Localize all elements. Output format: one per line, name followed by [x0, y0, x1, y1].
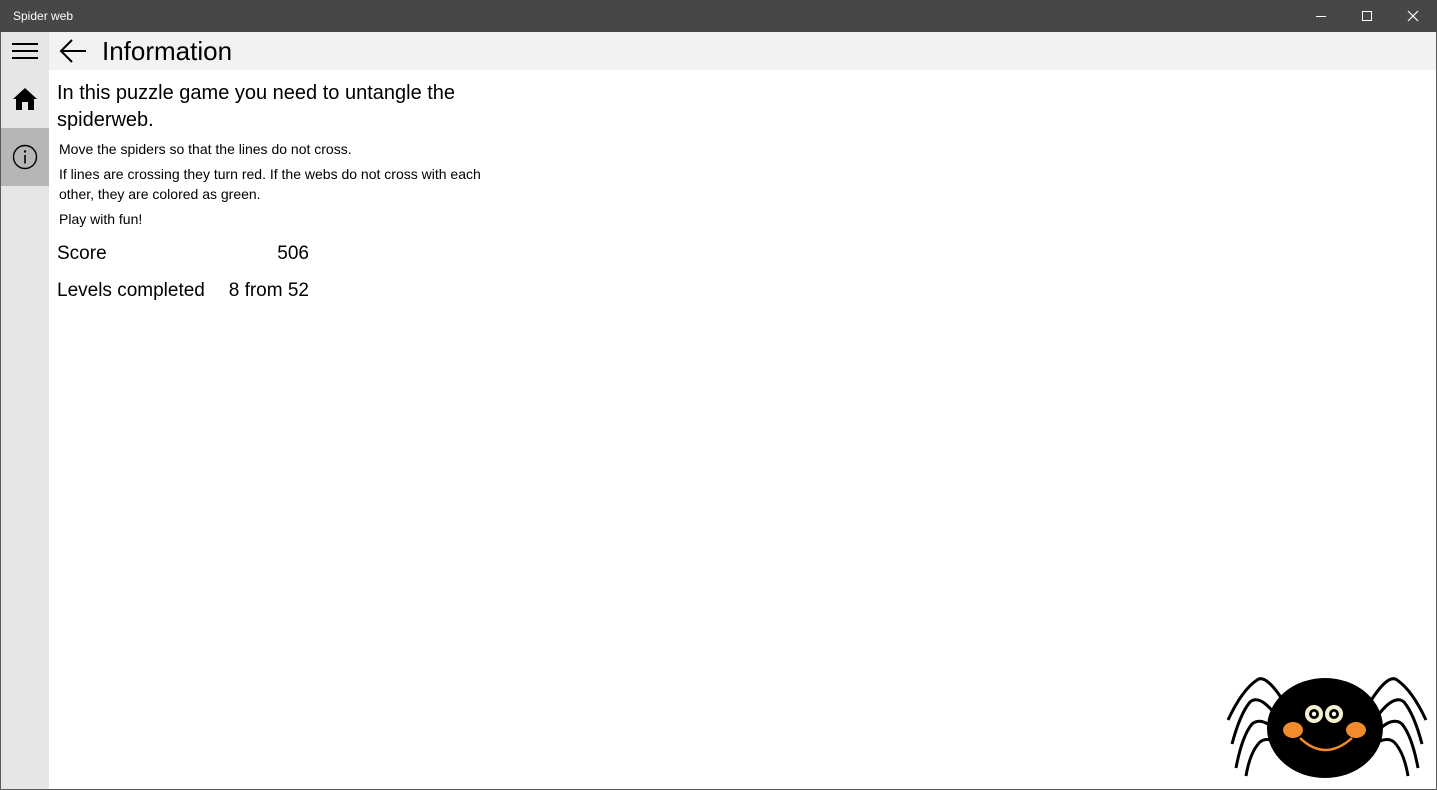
- info-icon: [12, 144, 38, 170]
- maximize-icon: [1362, 11, 1372, 21]
- back-arrow-icon: [59, 39, 86, 63]
- levels-label: Levels completed: [57, 280, 205, 301]
- hamburger-menu-button[interactable]: [1, 32, 49, 70]
- spider-mascot-icon: [1226, 677, 1428, 778]
- score-label: Score: [57, 243, 107, 264]
- sidebar-item-information[interactable]: [1, 128, 49, 186]
- instruction-fun: Play with fun!: [59, 211, 143, 227]
- window-title: Spider web: [13, 9, 74, 23]
- title-bar: Spider web: [0, 0, 1437, 32]
- hamburger-menu-icon: [12, 43, 38, 59]
- close-button[interactable]: [1390, 0, 1436, 32]
- instruction-colors: If lines are crossing they turn red. If …: [59, 166, 481, 202]
- minimize-button[interactable]: [1298, 0, 1344, 32]
- stats-panel: Score 506 Levels completed 8 from 52: [57, 241, 309, 315]
- home-icon: [13, 88, 37, 110]
- sidebar-item-home[interactable]: [1, 70, 49, 128]
- score-value: 506: [277, 243, 309, 264]
- score-row: Score 506: [57, 241, 309, 278]
- page-header: Information: [49, 32, 1436, 70]
- page-title: Information: [102, 36, 233, 66]
- levels-value: 8 from 52: [228, 280, 309, 301]
- information-content: In this puzzle game you need to untangle…: [57, 80, 517, 234]
- instruction-move: Move the spiders so that the lines do no…: [59, 141, 352, 157]
- navigation-pane: [1, 32, 49, 789]
- close-icon: [1407, 10, 1419, 22]
- back-button[interactable]: [57, 35, 89, 67]
- levels-row: Levels completed 8 from 52: [57, 278, 309, 315]
- maximize-button[interactable]: [1344, 0, 1390, 32]
- minimize-icon: [1316, 16, 1326, 17]
- intro-heading: In this puzzle game you need to untangle…: [57, 82, 456, 131]
